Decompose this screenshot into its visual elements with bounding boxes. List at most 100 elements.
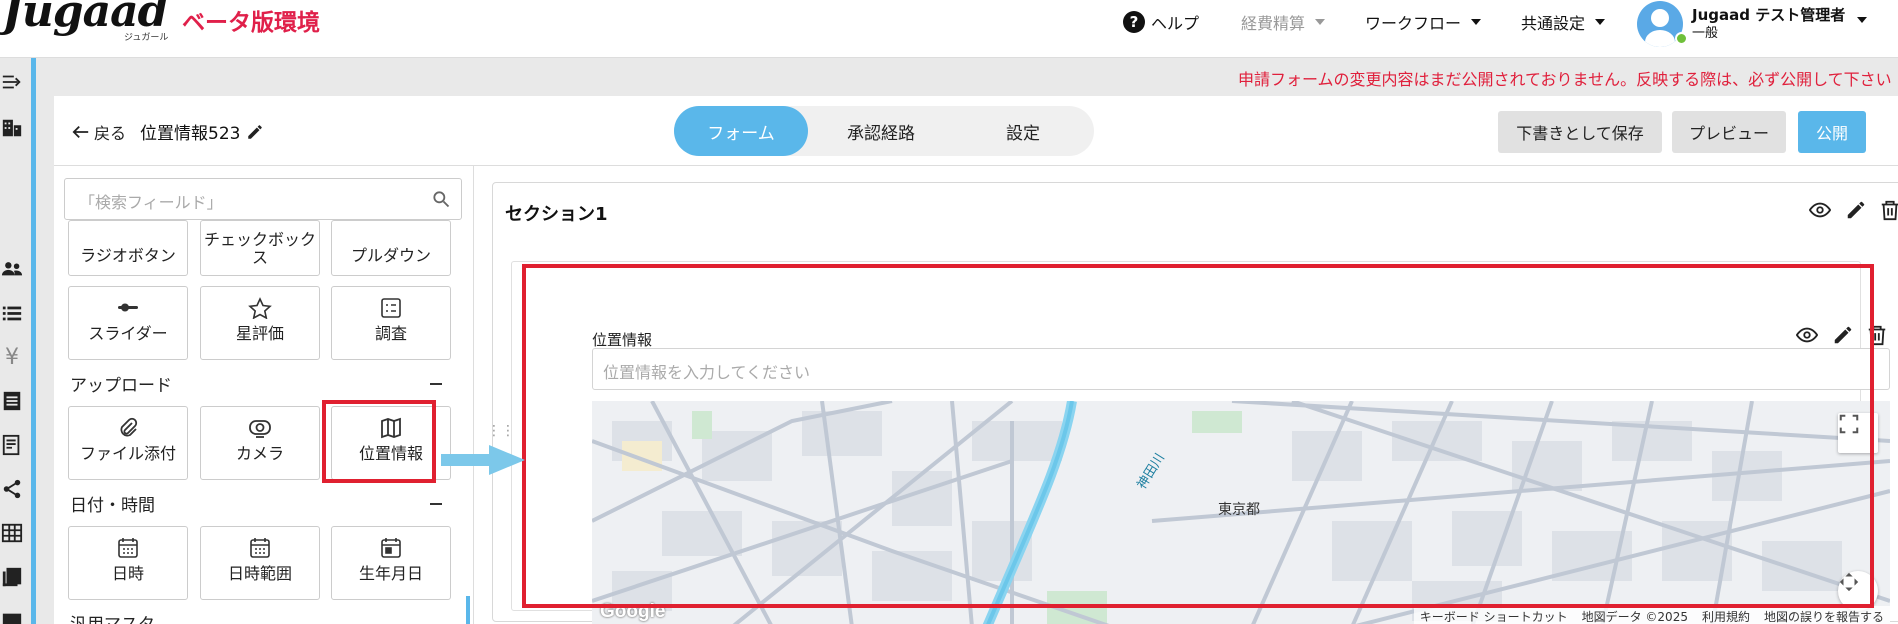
star-icon	[248, 297, 272, 319]
collapse-group-icon[interactable]	[430, 503, 442, 505]
chevron-down-icon	[1595, 19, 1606, 25]
calendar-range-icon	[250, 538, 270, 558]
map-keyboard-shortcuts-link[interactable]: キーボード ショートカット	[1420, 608, 1568, 624]
section-title: セクション1	[505, 204, 608, 225]
form-editor-card: 戻る 位置情報523 フォーム 承認経路 設定 下書きとして保存 プレビュー 公…	[54, 96, 1898, 624]
nav-help[interactable]: ? ヘルプ	[1123, 10, 1199, 34]
list-icon[interactable]	[0, 301, 24, 325]
publish-button[interactable]: 公開	[1798, 111, 1866, 153]
palette-tile-datetime[interactable]: 日時	[68, 526, 188, 600]
palette-tile-dropdown[interactable]: プルダウン	[331, 220, 451, 276]
unpublished-notice: 申請フォームの変更内容はまだ公開されておりません。反映する際は、必ず公開して下さ…	[1238, 70, 1892, 89]
palette-tile-radio[interactable]: ラジオボタン	[68, 220, 188, 276]
palette-tile-label: 日時範囲	[227, 564, 292, 583]
palette-tile-label: ラジオボタン	[80, 246, 176, 265]
palette-tile-label: 生年月日	[358, 564, 423, 583]
tab-approval-route[interactable]: 承認経路	[814, 106, 948, 156]
back-label: 戻る	[94, 124, 127, 143]
back-button[interactable]: 戻る	[72, 120, 126, 144]
location-field-label: 位置情報	[592, 331, 653, 349]
receipt-icon[interactable]	[0, 433, 24, 457]
form-canvas: セクション1 位置情報 位置情報を入力してください 神田川 東京都 Google…	[476, 166, 1898, 624]
birthday-calendar-icon	[381, 538, 401, 558]
map-footer: キーボード ショートカット 地図データ ©2025 利用規約 地図の誤りを報告す…	[1413, 606, 1890, 624]
tab-form[interactable]: フォーム	[674, 106, 808, 156]
files-icon[interactable]	[0, 565, 24, 589]
palette-tile-file-attach[interactable]: ファイル添付	[68, 406, 188, 480]
nav-common-settings[interactable]: 共通設定	[1521, 10, 1606, 34]
nav-workflow[interactable]: ワークフロー	[1365, 10, 1482, 34]
palette-scrollbar[interactable]	[466, 596, 470, 624]
chevron-down-icon	[1471, 19, 1482, 25]
save-draft-button[interactable]: 下書きとして保存	[1498, 111, 1662, 153]
map-terms-link[interactable]: 利用規約	[1702, 608, 1750, 624]
user-menu-chevron-icon[interactable]	[1857, 17, 1867, 23]
palette-tile-checkbox[interactable]: チェックボックス	[200, 220, 320, 276]
form-name-text: 位置情報523	[140, 124, 241, 144]
pencil-icon[interactable]	[1845, 199, 1867, 221]
palette-tile-star-rating[interactable]: 星評価	[200, 286, 320, 360]
online-status-dot	[1675, 32, 1688, 45]
document-icon[interactable]	[0, 389, 24, 413]
palette-tile-camera[interactable]: カメラ	[200, 406, 320, 480]
rail-accent-line	[31, 58, 36, 624]
table-icon[interactable]	[0, 521, 24, 545]
palette-tile-label: チェックボックス	[203, 230, 316, 267]
survey-icon	[381, 298, 401, 318]
logo-subtitle: ジュガール	[124, 33, 169, 43]
collapse-menu-icon[interactable]	[0, 70, 24, 94]
calendar-icon	[118, 538, 138, 558]
drag-handle-icon[interactable]: ⋮⋮	[487, 423, 515, 439]
map-view[interactable]: 神田川 東京都 Google キーボード ショートカット 地図データ ©2025…	[592, 401, 1890, 624]
location-input[interactable]: 位置情報を入力してください	[592, 348, 1890, 390]
pencil-icon[interactable]	[1832, 324, 1854, 346]
editor-tabs: フォーム 承認経路 設定	[674, 106, 1094, 156]
share-icon[interactable]	[0, 477, 24, 501]
palette-tile-survey[interactable]: 調査	[331, 286, 451, 360]
map-place-label: 東京都	[1218, 502, 1260, 518]
map-icon	[381, 417, 401, 439]
google-logo: Google	[600, 601, 666, 622]
eye-icon[interactable]	[1795, 324, 1819, 346]
field-search-input[interactable]: 「検索フィールド」	[64, 178, 462, 220]
palette-tile-location[interactable]: 位置情報	[331, 406, 451, 480]
palette-tile-slider[interactable]: スライダー	[68, 286, 188, 360]
trash-icon[interactable]	[1866, 324, 1888, 346]
trash-icon[interactable]	[1879, 199, 1898, 221]
palette-tile-label: ファイル添付	[79, 444, 176, 463]
search-icon[interactable]	[431, 189, 451, 209]
news-icon[interactable]	[0, 609, 24, 624]
pencil-icon[interactable]	[246, 123, 264, 141]
map-report-error-link[interactable]: 地図の誤りを報告する	[1764, 608, 1884, 624]
form-name[interactable]: 位置情報523	[140, 119, 264, 144]
users-icon[interactable]	[0, 257, 24, 281]
arrow-left-icon	[72, 125, 89, 139]
user-role: 一般	[1692, 26, 1719, 41]
field-search-placeholder: 「検索フィールド」	[79, 193, 223, 212]
palette-tile-label: 調査	[374, 324, 407, 343]
nav-expense[interactable]: 経費精算	[1241, 10, 1326, 34]
tab-settings[interactable]: 設定	[956, 106, 1090, 156]
fullscreen-icon[interactable]	[1838, 413, 1878, 453]
eye-icon[interactable]	[1808, 199, 1832, 221]
preview-button[interactable]: プレビュー	[1672, 111, 1786, 153]
collapse-group-icon[interactable]	[430, 383, 442, 385]
yen-icon[interactable]: ¥	[0, 345, 24, 370]
group-master-title: 汎用マスタ	[70, 610, 155, 624]
palette-tile-label: 位置情報	[358, 444, 423, 463]
field-palette: 「検索フィールド」 ラジオボタン チェックボックス プルダウン スライダー 星評…	[54, 166, 474, 624]
palette-tile-birthdate[interactable]: 生年月日	[331, 526, 451, 600]
editor-header: 戻る 位置情報523 フォーム 承認経路 設定 下書きとして保存 プレビュー 公…	[54, 96, 1898, 166]
group-datetime-title: 日付・時間	[70, 496, 155, 516]
palette-tile-label: カメラ	[235, 444, 284, 463]
camera-control-icon[interactable]	[1838, 571, 1878, 611]
group-upload-title: アップロード	[70, 376, 172, 396]
nav-help-label: ヘルプ	[1151, 14, 1200, 33]
palette-tile-label: 日時	[111, 564, 144, 583]
nav-common-settings-label: 共通設定	[1521, 14, 1586, 33]
nav-expense-label: 経費精算	[1241, 14, 1306, 33]
company-icon[interactable]	[0, 116, 24, 140]
nav-workflow-label: ワークフロー	[1365, 14, 1462, 33]
chevron-down-icon	[1315, 19, 1326, 25]
palette-tile-datetime-range[interactable]: 日時範囲	[200, 526, 320, 600]
